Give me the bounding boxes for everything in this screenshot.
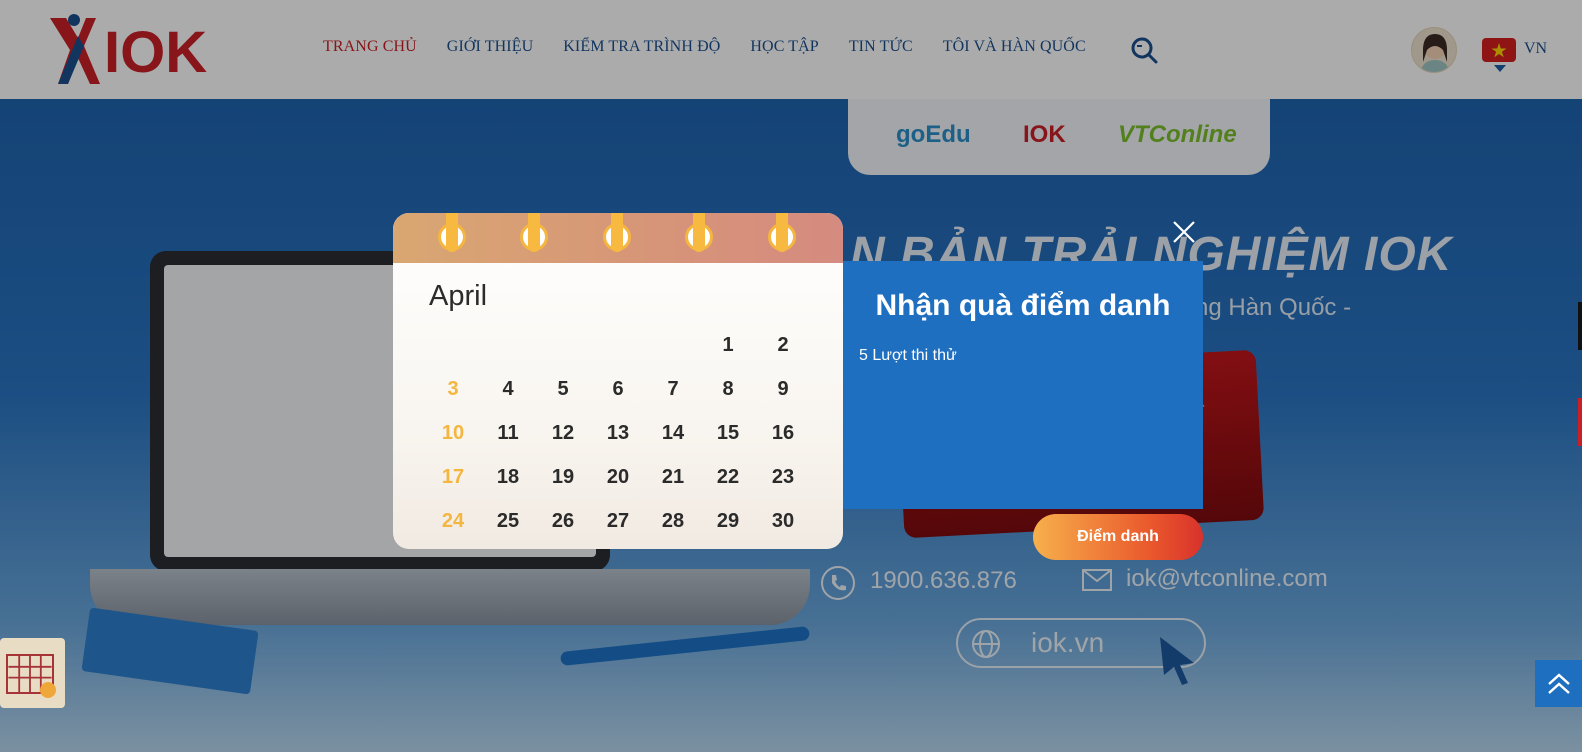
binder-ring <box>603 213 631 252</box>
calendar-day[interactable]: 16 <box>761 422 805 445</box>
calendar-day[interactable]: 7 <box>651 378 695 401</box>
calendar-day[interactable]: 13 <box>596 422 640 445</box>
scroll-to-top-button[interactable] <box>1535 660 1582 707</box>
floating-calendar-icon[interactable] <box>0 638 65 708</box>
close-icon[interactable] <box>1170 218 1198 246</box>
calendar-day[interactable]: 9 <box>761 378 805 401</box>
calendar-month: April <box>429 280 488 312</box>
reward-text: 5 Lượt thi thử <box>859 347 957 364</box>
side-scroll-indicator <box>1578 302 1582 350</box>
calendar-day[interactable]: 8 <box>706 378 750 401</box>
calendar-day[interactable]: 28 <box>651 510 695 533</box>
calendar-day[interactable]: 4 <box>486 378 530 401</box>
calendar-badge-dot <box>40 682 56 698</box>
calendar-day[interactable]: 5 <box>541 378 585 401</box>
calendar-day[interactable]: 23 <box>761 466 805 489</box>
double-chevron-up-icon <box>1547 672 1570 694</box>
calendar-day[interactable]: 14 <box>651 422 695 445</box>
calendar-day[interactable]: 24 <box>431 510 475 533</box>
calendar-day[interactable]: 19 <box>541 466 585 489</box>
binder-ring <box>768 213 796 252</box>
calendar-day[interactable]: 27 <box>596 510 640 533</box>
calendar-day[interactable]: 17 <box>431 466 475 489</box>
binder-ring <box>520 213 548 252</box>
calendar-day[interactable]: 26 <box>541 510 585 533</box>
calendar-day[interactable]: 3 <box>431 378 475 401</box>
calendar-day[interactable]: 25 <box>486 510 530 533</box>
calendar-day[interactable]: 21 <box>651 466 695 489</box>
calendar-day[interactable]: 1 <box>706 334 750 357</box>
checkin-button[interactable]: Điểm danh <box>1033 514 1203 560</box>
calendar-day[interactable]: 12 <box>541 422 585 445</box>
calendar-day[interactable]: 15 <box>706 422 750 445</box>
calendar-day[interactable]: 2 <box>761 334 805 357</box>
calendar-header-band <box>393 213 843 263</box>
reward-title: Nhận quà điểm danh <box>875 289 1171 322</box>
binder-ring <box>685 213 713 252</box>
calendar-day[interactable]: 11 <box>486 422 530 445</box>
calendar-day[interactable]: 30 <box>761 510 805 533</box>
binder-ring <box>438 213 466 252</box>
calendar-day[interactable]: 29 <box>706 510 750 533</box>
side-scroll-indicator <box>1578 398 1582 446</box>
calendar-day[interactable]: 20 <box>596 466 640 489</box>
reward-panel: Nhận quà điểm danh 5 Lượt thi thử <box>843 261 1203 509</box>
calendar-day[interactable]: 22 <box>706 466 750 489</box>
calendar-day[interactable]: 18 <box>486 466 530 489</box>
calendar-day[interactable]: 6 <box>596 378 640 401</box>
calendar-day[interactable]: 10 <box>431 422 475 445</box>
